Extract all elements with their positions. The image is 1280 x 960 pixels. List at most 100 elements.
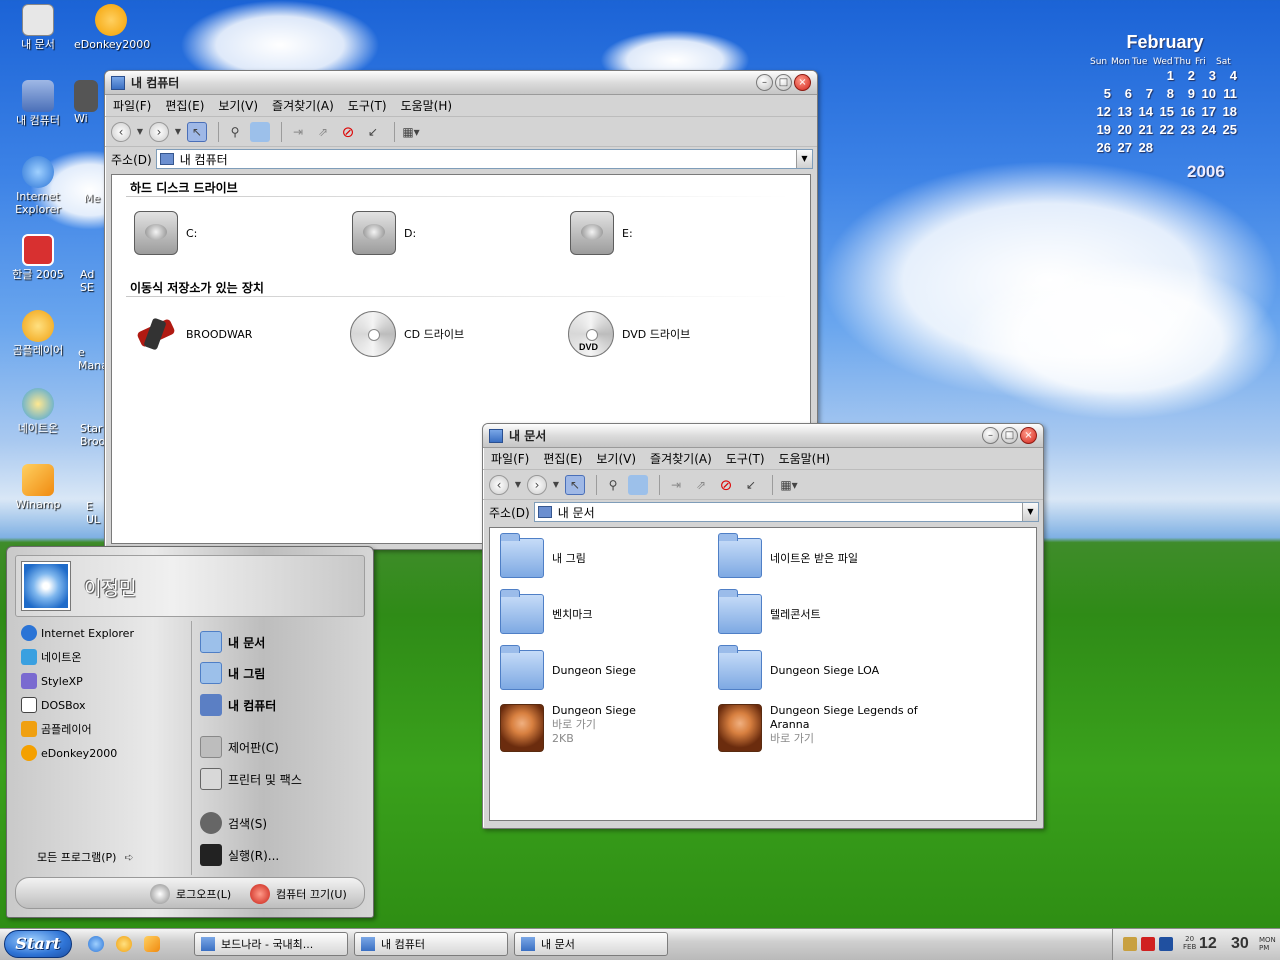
desktop-icon-nateon[interactable]: 네이트온	[1, 388, 75, 435]
desktop-icon-edonkey[interactable]: eDonkey2000	[74, 4, 150, 51]
menu-favorites[interactable]: 즐겨찾기(A)	[650, 450, 712, 467]
menu-view[interactable]: 보기(V)	[596, 450, 636, 467]
search-icon[interactable]: ⚲	[225, 122, 245, 142]
desktop-icon-hangul[interactable]: 한글 2005	[1, 234, 75, 281]
start-item-stylexp[interactable]: StyleXP	[15, 669, 189, 693]
back-icon[interactable]: ‹	[111, 121, 131, 142]
start-item-gomplayer[interactable]: 곰플레이어	[15, 717, 189, 741]
minimize-button[interactable]: –	[982, 427, 999, 444]
start-item-nateon[interactable]: 네이트온	[15, 645, 189, 669]
start-item-my-computer[interactable]: 내 컴퓨터	[192, 689, 367, 721]
internet-explorer-icon[interactable]	[88, 936, 104, 952]
move-to-icon[interactable]: ⇥	[288, 122, 308, 142]
copy-to-icon[interactable]: ⇗	[691, 475, 711, 495]
menu-file[interactable]: 파일(F)	[491, 450, 529, 467]
drive-e[interactable]: E:	[570, 211, 633, 255]
title-bar[interactable]: 내 문서 – □ ×	[483, 424, 1043, 448]
drive-broodwar[interactable]: BROODWAR	[132, 311, 252, 357]
address-input[interactable]: 내 문서 ▼	[533, 502, 1039, 522]
drive-dvd[interactable]: DVD DVD 드라이브	[568, 311, 690, 357]
close-button[interactable]: ×	[1020, 427, 1037, 444]
folders-icon[interactable]	[628, 474, 648, 495]
start-button[interactable]: Start	[4, 930, 72, 958]
folder-nateon-received[interactable]: 네이트온 받은 파일	[718, 533, 858, 578]
logoff-button[interactable]: 로그오프(L)	[150, 884, 231, 904]
menu-favorites[interactable]: 즐겨찾기(A)	[272, 97, 334, 114]
maximize-button[interactable]: □	[1001, 427, 1018, 444]
start-item-my-pictures[interactable]: 내 그림	[192, 657, 367, 689]
start-item-run[interactable]: 실행(R)...	[192, 839, 367, 871]
start-item-my-documents[interactable]: 내 문서	[192, 627, 367, 657]
file-view[interactable]: 내 그림 네이트온 받은 파일 벤치마크 텔레콘서트 Dungeon Siege…	[489, 527, 1037, 821]
forward-icon[interactable]: ›	[527, 474, 547, 495]
start-item-search[interactable]: 검색(S)	[192, 807, 367, 839]
folder-teleconcert[interactable]: 텔레콘서트	[718, 589, 821, 634]
drive-c[interactable]: C:	[134, 211, 197, 255]
avatar[interactable]	[22, 562, 70, 610]
back-icon[interactable]: ‹	[489, 474, 509, 495]
folder-dungeon-siege[interactable]: Dungeon Siege	[500, 645, 636, 690]
forward-icon[interactable]: ›	[149, 121, 169, 142]
start-item-edonkey[interactable]: eDonkey2000	[15, 741, 189, 765]
start-item-dosbox[interactable]: DOSBox	[15, 693, 189, 717]
menu-help[interactable]: 도움말(H)	[401, 97, 453, 114]
desktop-icon-partial[interactable]: e Mana	[78, 346, 106, 372]
chevron-down-icon[interactable]: ▼	[514, 475, 522, 495]
chevron-down-icon[interactable]: ▼	[552, 475, 560, 495]
folder-benchmark[interactable]: 벤치마크	[500, 589, 592, 634]
desktop-icon-partial[interactable]: Me	[84, 192, 106, 205]
drive-cd[interactable]: CD 드라이브	[350, 311, 464, 357]
folders-icon[interactable]	[250, 121, 270, 142]
folder-my-pictures[interactable]: 내 그림	[500, 533, 586, 578]
search-icon[interactable]: ⚲	[603, 475, 623, 495]
shutdown-button[interactable]: 컴퓨터 끄기(U)	[250, 884, 347, 904]
desktop-icon-my-documents[interactable]: 내 문서	[1, 4, 75, 51]
desktop-icon-partial[interactable]: Star Broo	[80, 422, 106, 448]
start-item-control-panel[interactable]: 제어판(C)	[192, 731, 367, 763]
desktop-icon-winamp[interactable]: Winamp	[1, 464, 75, 511]
address-dropdown[interactable]: ▼	[796, 150, 812, 168]
all-programs-button[interactable]: 모든 프로그램(P) ➪	[37, 849, 134, 865]
taskbar-button-my-computer[interactable]: 내 컴퓨터	[354, 932, 508, 956]
delete-icon[interactable]: ⊘	[338, 122, 358, 142]
taskbar-button-my-documents[interactable]: 내 문서	[514, 932, 668, 956]
menu-view[interactable]: 보기(V)	[218, 97, 258, 114]
taskbar-button-boardnara[interactable]: 보드나라 - 국내최...	[194, 932, 348, 956]
address-dropdown[interactable]: ▼	[1022, 503, 1038, 521]
desktop-icon-partial[interactable]: E UL	[86, 500, 106, 526]
menu-tools[interactable]: 도구(T)	[726, 450, 765, 467]
folder-dungeon-siege-loa[interactable]: Dungeon Siege LOA	[718, 645, 879, 690]
start-item-printers[interactable]: 프린터 및 팩스	[192, 763, 367, 795]
title-bar[interactable]: 내 컴퓨터 – □ ×	[105, 71, 817, 95]
copy-to-icon[interactable]: ⇗	[313, 122, 333, 142]
maximize-button[interactable]: □	[775, 74, 792, 91]
menu-edit[interactable]: 편집(E)	[543, 450, 582, 467]
menu-file[interactable]: 파일(F)	[113, 97, 151, 114]
shortcut-dungeon-siege[interactable]: Dungeon Siege 바로 가기 2KB	[500, 704, 636, 752]
security-icon[interactable]	[1141, 937, 1155, 951]
desktop-icon-internet-explorer[interactable]: Internet Explorer	[1, 156, 75, 216]
views-icon[interactable]: ▦▾	[401, 122, 421, 142]
network-icon[interactable]	[1123, 937, 1137, 951]
desktop-icon-my-computer[interactable]: 내 컴퓨터	[1, 80, 75, 127]
desktop-icon-partial[interactable]: Wi	[74, 80, 104, 125]
close-button[interactable]: ×	[794, 74, 811, 91]
shortcut-dungeon-siege-loa[interactable]: Dungeon Siege Legends of Aranna 바로 가기	[718, 704, 918, 752]
views-icon[interactable]: ▦▾	[779, 475, 799, 495]
winamp-icon[interactable]	[144, 936, 160, 952]
drive-d[interactable]: D:	[352, 211, 416, 255]
tray-app-icon[interactable]	[1159, 937, 1173, 951]
menu-help[interactable]: 도움말(H)	[779, 450, 831, 467]
address-input[interactable]: 내 컴퓨터 ▼	[155, 149, 813, 169]
gomplayer-icon[interactable]	[116, 936, 132, 952]
chevron-down-icon[interactable]: ▼	[174, 122, 182, 142]
minimize-button[interactable]: –	[756, 74, 773, 91]
menu-tools[interactable]: 도구(T)	[348, 97, 387, 114]
up-folder-icon[interactable]: ↖	[187, 121, 207, 142]
delete-icon[interactable]: ⊘	[716, 475, 736, 495]
start-item-internet-explorer[interactable]: Internet Explorer	[15, 621, 189, 645]
window-my-documents[interactable]: 내 문서 – □ × 파일(F) 편집(E) 보기(V) 즐겨찾기(A) 도구(…	[482, 423, 1044, 829]
undo-icon[interactable]: ↙	[741, 475, 761, 495]
up-folder-icon[interactable]: ↖	[565, 474, 585, 495]
undo-icon[interactable]: ↙	[363, 122, 383, 142]
